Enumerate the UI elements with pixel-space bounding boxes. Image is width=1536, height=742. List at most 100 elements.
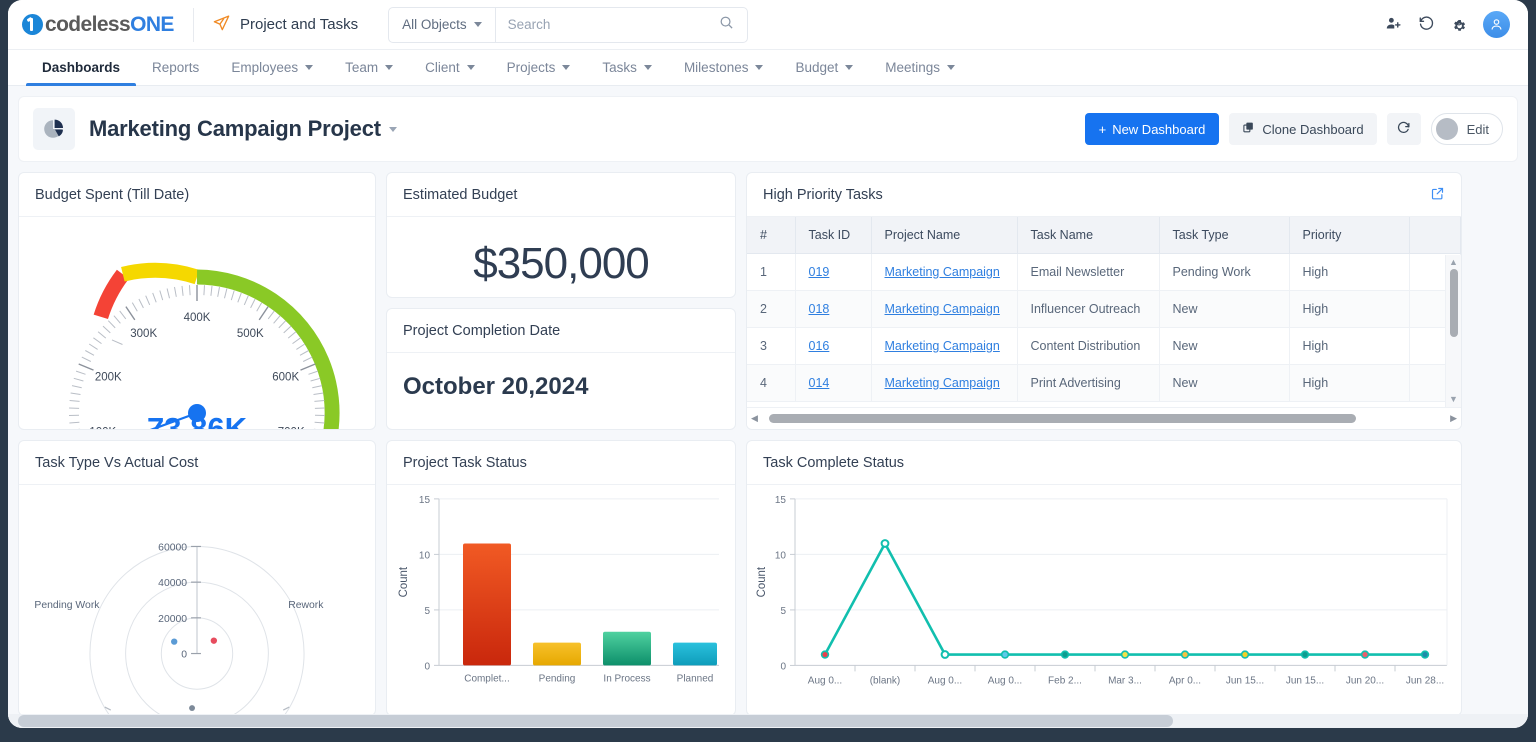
edit-toggle-label: Edit: [1467, 122, 1489, 137]
col-priority[interactable]: Priority: [1289, 217, 1409, 254]
app-name-label: Project and Tasks: [240, 16, 358, 33]
chevron-down-icon: [562, 65, 570, 70]
external-link-icon[interactable]: [1430, 186, 1445, 204]
cell-priority: High: [1289, 291, 1409, 328]
gauge-value-label: 73.86K: [147, 411, 248, 429]
chevron-down-icon: [467, 65, 475, 70]
tab-employees[interactable]: Employees: [215, 50, 329, 85]
user-avatar-icon[interactable]: [1483, 11, 1510, 38]
tab-budget[interactable]: Budget: [779, 50, 869, 85]
card-task-complete-status: Task Complete Status: [746, 440, 1462, 716]
tab-client[interactable]: Client: [409, 50, 491, 85]
col-num[interactable]: #: [747, 217, 795, 254]
col-task-type[interactable]: Task Type: [1159, 217, 1289, 254]
table-row[interactable]: 3 016 Marketing Campaign Content Distrib…: [747, 328, 1461, 365]
card-estimated-budget: Estimated Budget $350,000: [386, 172, 736, 298]
cell-priority: High: [1289, 365, 1409, 402]
cell-project-link[interactable]: Marketing Campaign: [885, 339, 1000, 353]
pie-chart-icon: [33, 108, 75, 150]
object-filter-label: All Objects: [402, 17, 467, 32]
cell-project-link[interactable]: Marketing Campaign: [885, 302, 1000, 316]
tab-dashboards[interactable]: Dashboards: [26, 50, 136, 85]
high-priority-table: # Task ID Project Name Task Name Task Ty…: [747, 217, 1461, 402]
cell-project-link[interactable]: Marketing Campaign: [885, 265, 1000, 279]
new-dashboard-button[interactable]: + New Dashboard: [1085, 113, 1220, 145]
completion-date-value: October 20,2024: [387, 353, 735, 401]
gear-icon[interactable]: [1451, 15, 1467, 34]
scroll-thumb[interactable]: [1450, 269, 1458, 337]
edit-toggle[interactable]: Edit: [1431, 113, 1503, 145]
cell-task-id-link[interactable]: 016: [809, 339, 830, 353]
axis-label-pending-work: Pending Work: [34, 600, 100, 611]
card-title: Estimated Budget: [403, 187, 517, 203]
clone-dashboard-button[interactable]: Clone Dashboard: [1229, 113, 1376, 145]
scroll-right-icon[interactable]: ▶: [1450, 413, 1457, 424]
axis-label-rework: Rework: [288, 600, 324, 611]
bar-pending: [533, 643, 581, 666]
bar-planned: [673, 643, 717, 666]
dashboard-header: Marketing Campaign Project + New Dashboa…: [18, 96, 1518, 162]
tab-team[interactable]: Team: [329, 50, 409, 85]
scroll-up-icon[interactable]: ▲: [1449, 255, 1458, 270]
page-horizontal-scrollbar[interactable]: [8, 714, 1528, 728]
tab-milestones[interactable]: Milestones: [668, 50, 780, 85]
radial-tick-20000: 20000: [158, 614, 187, 625]
widget-grid: Budget Spent (Till Date): [18, 172, 1518, 716]
toggle-knob: [1436, 118, 1458, 140]
logo-mark-icon: [22, 14, 43, 35]
app-logo[interactable]: codelessONE: [8, 13, 193, 37]
tab-meetings[interactable]: Meetings: [869, 50, 971, 85]
y-tick-0: 0: [424, 661, 430, 672]
table-row[interactable]: 4 014 Marketing Campaign Print Advertisi…: [747, 365, 1461, 402]
cell-task-id-link[interactable]: 019: [809, 265, 830, 279]
table-row[interactable]: 2 018 Marketing Campaign Influencer Outr…: [747, 291, 1461, 328]
x-tick-0: Aug 0...: [808, 675, 842, 686]
history-icon[interactable]: [1418, 15, 1435, 35]
gauge-tick-label: 700K: [278, 427, 305, 429]
table-horizontal-scrollbar[interactable]: ◀ ▶: [747, 407, 1461, 429]
x-tick-completed: Complet...: [464, 673, 509, 684]
col-task-id[interactable]: Task ID: [795, 217, 871, 254]
grid-column-right: High Priority Tasks: [746, 172, 1462, 716]
app-switcher[interactable]: Project and Tasks: [194, 13, 376, 36]
scroll-thumb[interactable]: [18, 715, 1173, 727]
card-budget-spent: Budget Spent (Till Date): [18, 172, 376, 430]
tab-reports[interactable]: Reports: [136, 50, 215, 85]
polar-scatter-chart: 60000 40000 20000 0 Pending Work Rework: [19, 485, 375, 715]
refresh-button[interactable]: [1387, 113, 1421, 145]
cell-project-link[interactable]: Marketing Campaign: [885, 376, 1000, 390]
card-title: Project Task Status: [403, 455, 527, 471]
gauge-tick-label: 300K: [130, 328, 157, 340]
radial-tick-0: 0: [181, 650, 187, 661]
x-tick-4: Feb 2...: [1048, 675, 1082, 686]
radial-tick-60000: 60000: [158, 542, 187, 553]
x-tick-1: (blank): [870, 675, 901, 686]
cell-task-type: New: [1159, 291, 1289, 328]
logo-primary-text: codeless: [45, 13, 130, 36]
x-tick-2: Aug 0...: [928, 675, 962, 686]
table-row[interactable]: 1 019 Marketing Campaign Email Newslette…: [747, 254, 1461, 291]
cell-task-id-link[interactable]: 018: [809, 302, 830, 316]
add-user-icon[interactable]: [1385, 15, 1402, 35]
scroll-thumb[interactable]: [769, 414, 1356, 423]
scroll-left-icon[interactable]: ◀: [751, 413, 758, 424]
cell-num: 1: [747, 254, 795, 291]
cell-task-type: New: [1159, 328, 1289, 365]
card-title: Task Complete Status: [763, 455, 904, 471]
col-task-name[interactable]: Task Name: [1017, 217, 1159, 254]
object-filter-dropdown[interactable]: All Objects: [389, 8, 496, 42]
gauge-tick-label: 600K: [272, 371, 299, 383]
card-title: Budget Spent (Till Date): [35, 187, 189, 203]
scroll-down-icon[interactable]: ▼: [1449, 392, 1458, 407]
tab-projects[interactable]: Projects: [491, 50, 587, 85]
tab-tasks[interactable]: Tasks: [586, 50, 668, 85]
table-vertical-scrollbar[interactable]: ▲ ▼: [1445, 255, 1461, 407]
plus-icon: +: [1099, 122, 1107, 137]
cell-task-id-link[interactable]: 014: [809, 376, 830, 390]
card-title: Project Completion Date: [403, 323, 560, 339]
search-input[interactable]: [496, 8, 719, 42]
col-project-name[interactable]: Project Name: [871, 217, 1017, 254]
search-icon[interactable]: [719, 15, 747, 34]
card-header: High Priority Tasks: [747, 173, 1461, 217]
dashboard-select-chevron-icon[interactable]: [389, 127, 397, 132]
